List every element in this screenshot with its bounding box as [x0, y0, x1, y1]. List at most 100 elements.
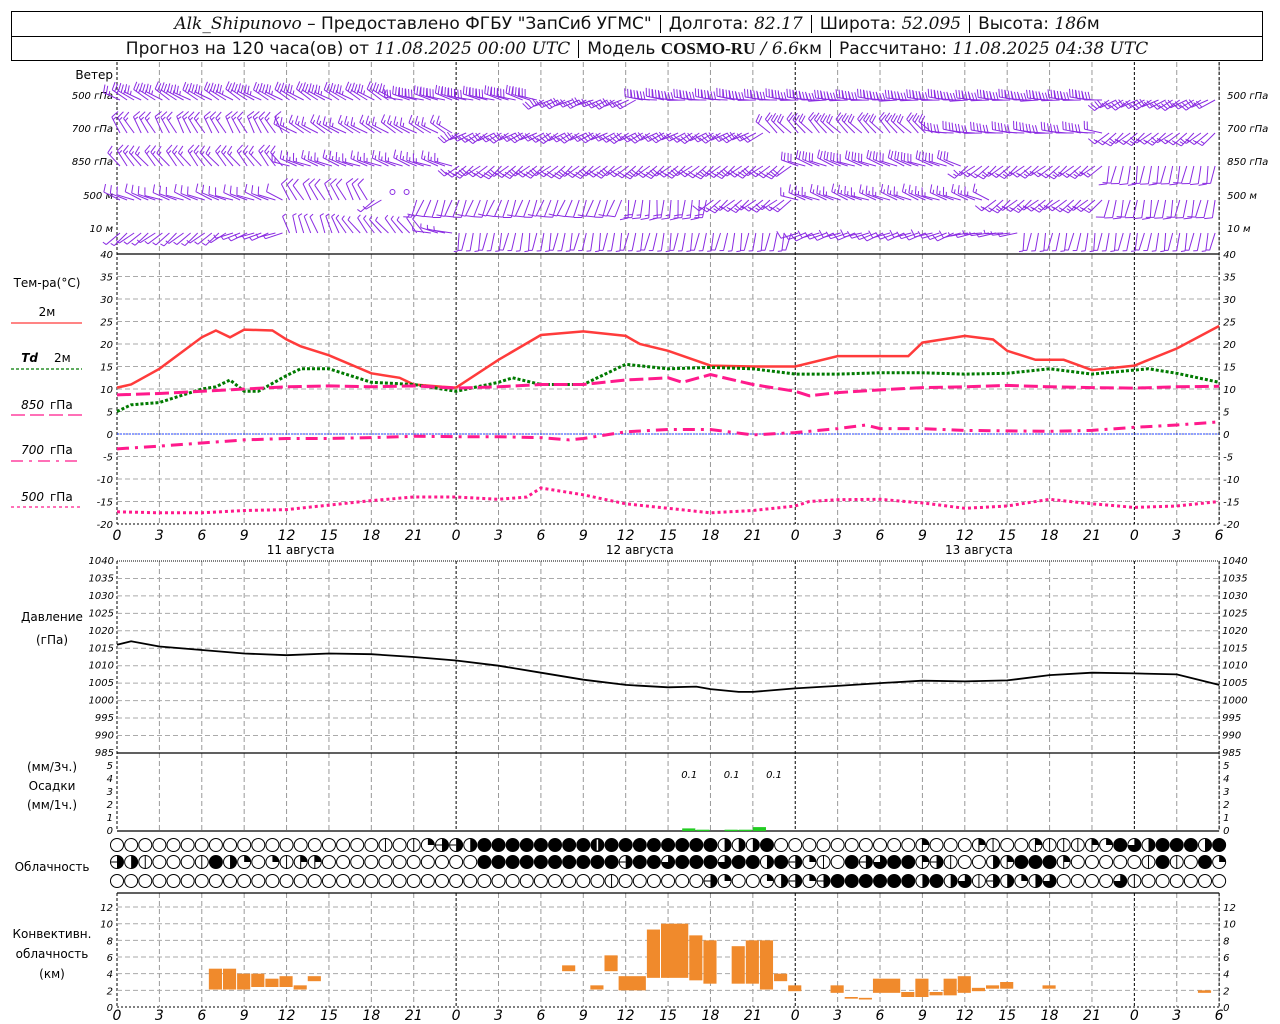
wind-barb-half-feather — [819, 190, 821, 195]
cloud-circle — [562, 874, 577, 888]
cloud-circle — [632, 874, 647, 888]
wind-barb-feather — [869, 151, 872, 160]
temp-tick-left: -5 — [103, 453, 113, 464]
wind-barb-staff — [1205, 232, 1209, 251]
wind-barb-feather — [206, 83, 211, 92]
wind-barb-icon — [413, 85, 432, 101]
cloud-cover-icon — [477, 855, 492, 869]
wind-barb-staff — [528, 232, 531, 251]
wind-barb-feather — [123, 111, 130, 119]
wind-barb-half-feather — [226, 116, 231, 120]
wind-barb-half-feather — [146, 117, 150, 121]
wind-barb-icon — [507, 232, 517, 252]
wind-barb-feather — [392, 85, 394, 95]
wind-barb-half-feather — [1016, 207, 1021, 211]
hour-label: 18 — [362, 1008, 380, 1024]
wind-barb-feather — [1198, 183, 1207, 186]
wind-barb-feather — [955, 89, 958, 99]
wind-barb-icon — [375, 216, 389, 234]
convective-cloud-bar — [1197, 990, 1212, 993]
wind-barb-staff — [485, 199, 495, 217]
cloud-cover-icon — [929, 838, 944, 852]
wind-barb-feather — [393, 149, 397, 158]
wind-barb-feather — [854, 152, 857, 161]
cloud-cover-icon — [138, 874, 153, 888]
cloud-cover-icon — [717, 838, 732, 852]
wind-barb-staff — [531, 232, 538, 251]
cloud-cover-icon — [816, 838, 831, 852]
cloud-fill — [950, 874, 958, 888]
cloud-circle — [887, 874, 902, 888]
wind-barb-icon — [880, 183, 898, 201]
cloud-cover-icon — [576, 855, 591, 869]
cloud-cover-icon — [152, 838, 167, 852]
wind-barb-icon — [750, 90, 771, 101]
wind-barb-feather — [386, 89, 389, 98]
wind-barb-feather — [208, 186, 211, 195]
wind-barb-half-feather — [1086, 172, 1091, 176]
wind-barb-icon — [809, 183, 827, 201]
wind-barb-feather — [191, 84, 195, 93]
cloud-circle — [661, 838, 676, 852]
wind-barb-staff — [535, 199, 545, 217]
cloud-fill — [1219, 855, 1226, 862]
wind-barb-feather — [943, 151, 946, 160]
wind-barb-staff — [643, 232, 651, 251]
temperature-title: Тем-ра(°С) — [13, 276, 81, 290]
wind-barb-feather — [896, 151, 900, 161]
wind-barb-half-feather — [644, 214, 650, 217]
wind-barb-feather — [298, 83, 303, 92]
wind-barb-feather — [193, 144, 200, 152]
wind-barb-icon — [177, 145, 192, 167]
wind-barb-feather — [832, 152, 835, 162]
cloud-cover-icon — [576, 838, 591, 852]
wind-barb-icon — [423, 199, 439, 218]
wind-barb-feather — [375, 83, 380, 92]
wind-barb-feather — [798, 113, 804, 122]
precip-tick-left: 5 — [107, 761, 113, 772]
wind-barb-feather — [209, 111, 217, 118]
wind-barb-feather — [788, 184, 791, 193]
cloud-circle — [336, 874, 351, 888]
cloud-cover-icon — [689, 855, 704, 869]
cloud-circle — [745, 855, 760, 869]
wind-barb-half-feather — [595, 250, 600, 253]
wind-barb-staff — [319, 215, 326, 234]
cloud-cover-icon — [166, 838, 181, 852]
cloud-circle — [576, 855, 591, 869]
wind-barb-icon — [630, 89, 650, 101]
temp-tick-left: -15 — [97, 498, 113, 509]
wind-barb-staff — [623, 232, 630, 251]
wind-barb-half-feather — [665, 214, 670, 217]
wind-barb-feather — [654, 89, 657, 98]
wind-barb-icon — [857, 112, 870, 134]
hour-label: 15 — [659, 1008, 677, 1024]
cloud-circle — [180, 874, 195, 888]
convective-cloud-bar — [957, 976, 971, 993]
cloud-circle — [858, 838, 873, 852]
wind-barb-feather — [886, 185, 890, 194]
wind-barb-feather — [704, 90, 707, 99]
wind-barb-icon — [297, 213, 305, 234]
cloud-cover-icon — [166, 855, 181, 869]
cloud-cover-icon — [1070, 855, 1085, 869]
wind-barb-staff — [1177, 165, 1181, 184]
wind-barb-icon — [586, 232, 594, 252]
cloud-fill — [795, 855, 802, 869]
cloud-cover-icon — [307, 838, 322, 852]
cloud-circle — [1155, 838, 1170, 852]
wind-barb-feather — [795, 149, 799, 159]
wind-barb-icon — [736, 232, 743, 253]
cloud-circle — [887, 838, 902, 852]
pressure-tick-right: 1035 — [1222, 573, 1247, 584]
cloud-cover-icon — [138, 855, 153, 869]
wind-barb-staff — [929, 232, 947, 241]
wind-barb-icon — [1039, 232, 1047, 253]
convective-cloud-bar — [759, 940, 774, 990]
wind-barb-half-feather — [904, 188, 907, 194]
wind-barb-half-feather — [861, 189, 864, 194]
wind-barb-icon — [997, 122, 1018, 134]
wind-barb-feather — [882, 233, 889, 241]
cloud-cover-icon — [1042, 874, 1057, 888]
cloud-cover-icon — [1099, 874, 1114, 888]
